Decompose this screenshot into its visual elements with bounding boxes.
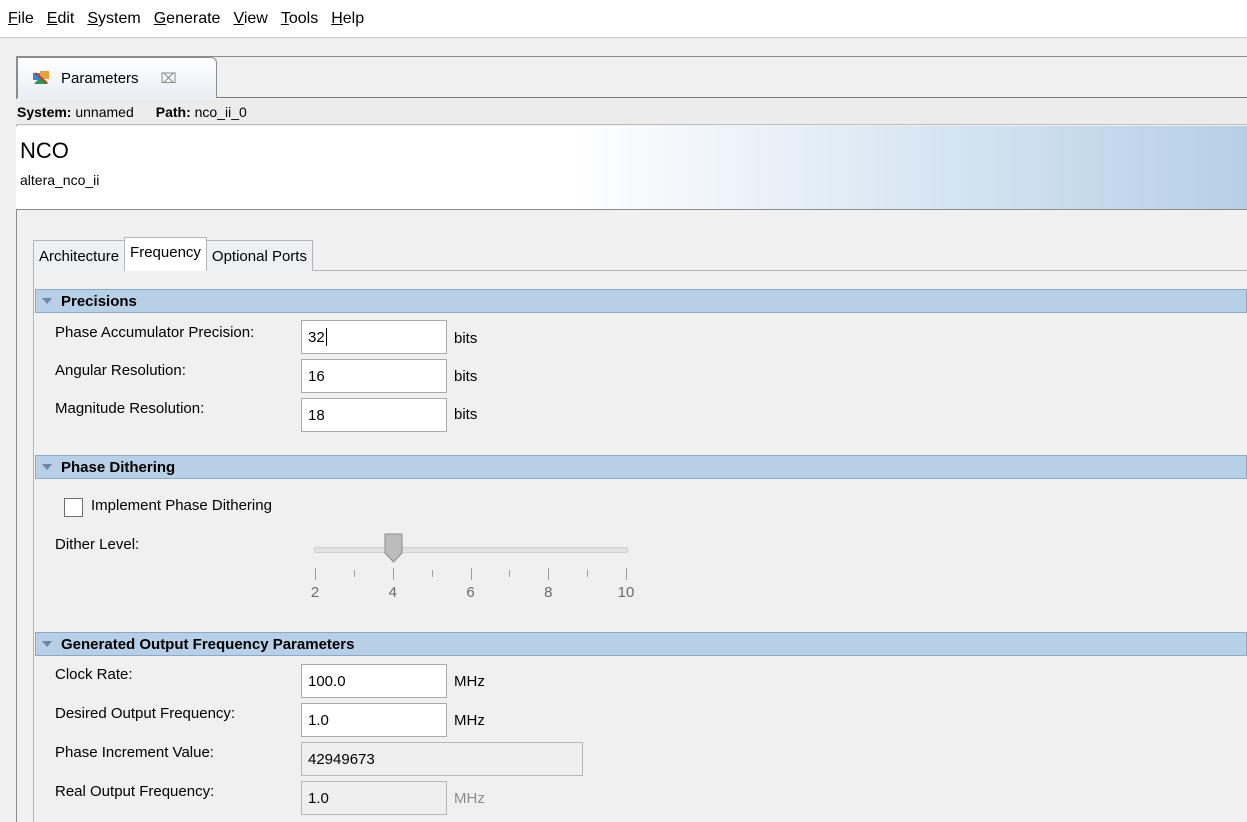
path-label: Path:	[155, 103, 191, 120]
phase-increment-label: Phase Increment Value:	[55, 744, 214, 761]
collapse-triangle-icon	[42, 298, 52, 304]
menu-file[interactable]: File	[6, 8, 36, 30]
precisions-title: Precisions	[61, 292, 137, 310]
phase-dithering-section-header[interactable]: Phase Dithering	[35, 455, 1247, 479]
text-caret	[325, 328, 327, 346]
tab-architecture[interactable]: Architecture	[33, 240, 126, 271]
phase-accumulator-label: Phase Accumulator Precision:	[55, 324, 255, 341]
menu-tools[interactable]: Tools	[279, 8, 320, 30]
component-subtitle: altera_nco_ii	[20, 172, 100, 188]
clock-rate-input[interactable]: 100.0	[301, 664, 447, 698]
desired-output-frequency-label: Desired Output Frequency:	[55, 705, 236, 722]
phase-dithering-title: Phase Dithering	[61, 458, 176, 476]
parameter-tabs: Architecture Frequency Optional Ports	[33, 237, 313, 271]
slider-tick-label: 4	[388, 584, 397, 601]
desired-output-frequency-unit: MHz	[454, 712, 485, 729]
slider-tick-label: 2	[310, 584, 320, 601]
slider-tick	[626, 568, 627, 580]
slider-tick	[587, 570, 589, 577]
slider-tick-label: 6	[466, 584, 475, 601]
output-frequency-title: Generated Output Frequency Parameters	[61, 635, 355, 653]
implement-phase-dithering-checkbox[interactable]	[64, 498, 83, 517]
close-tab-icon[interactable]: ⌧	[161, 70, 177, 87]
path-value: nco_ii_0	[194, 103, 247, 120]
desired-output-frequency-input[interactable]: 1.0	[301, 703, 447, 737]
magnitude-resolution-input[interactable]: 18	[301, 398, 447, 432]
menu-system[interactable]: System	[85, 8, 142, 30]
magnitude-resolution-unit: bits	[454, 406, 478, 423]
slider-tick-label: 8	[544, 584, 553, 601]
menu-view[interactable]: View	[231, 8, 269, 30]
slider-tick	[431, 570, 433, 577]
slider-tick	[315, 568, 316, 580]
slider-tick	[548, 568, 550, 580]
slider-tick	[392, 568, 394, 580]
menu-help[interactable]: Help	[329, 8, 366, 30]
clock-rate-unit: MHz	[454, 673, 485, 690]
parameters-icon	[32, 70, 51, 87]
dither-level-slider-thumb[interactable]	[384, 533, 403, 563]
angular-resolution-label: Angular Resolution:	[55, 362, 186, 379]
menu-bar: File Edit System Generate View Tools Hel…	[0, 0, 1247, 38]
view-tab-strip: Parameters ⌧	[16, 56, 1247, 98]
phase-accumulator-input[interactable]: 32	[301, 320, 447, 354]
real-output-frequency-label: Real Output Frequency:	[55, 783, 215, 800]
collapse-triangle-icon	[42, 641, 52, 647]
tab-panel	[33, 270, 1247, 822]
slider-tick	[470, 568, 472, 580]
magnitude-resolution-label: Magnitude Resolution:	[55, 400, 205, 417]
precisions-section-header[interactable]: Precisions	[35, 289, 1247, 313]
view-tab-label: Parameters	[61, 69, 139, 87]
angular-resolution-unit: bits	[454, 368, 478, 385]
phase-increment-value: 42949673	[301, 742, 583, 776]
tab-frequency[interactable]: Frequency	[124, 237, 207, 271]
menu-generate[interactable]: Generate	[152, 8, 223, 30]
output-frequency-section-header[interactable]: Generated Output Frequency Parameters	[35, 632, 1247, 656]
angular-resolution-input[interactable]: 16	[301, 359, 447, 393]
system-label: System:	[17, 103, 72, 120]
menu-edit[interactable]: Edit	[45, 8, 77, 30]
real-output-frequency-value: 1.0	[301, 781, 447, 815]
slider-tick	[353, 570, 355, 577]
system-path-bar: System: unnamed Path: nco_ii_0	[16, 99, 1247, 125]
parameters-view-tab[interactable]: Parameters ⌧	[17, 57, 217, 98]
dither-level-slider-track[interactable]	[314, 547, 628, 553]
slider-tick-label: 10	[617, 584, 635, 601]
dither-level-label: Dither Level:	[55, 536, 140, 553]
system-value: unnamed	[75, 103, 134, 120]
component-header: NCO altera_nco_ii	[16, 126, 1247, 210]
implement-phase-dithering-label[interactable]: Implement Phase Dithering	[91, 497, 272, 514]
collapse-triangle-icon	[42, 464, 52, 470]
phase-accumulator-unit: bits	[454, 330, 478, 347]
component-title: NCO	[20, 138, 69, 163]
slider-tick	[509, 570, 511, 577]
clock-rate-label: Clock Rate:	[55, 666, 133, 683]
tab-optional-ports[interactable]: Optional Ports	[205, 240, 313, 271]
real-output-frequency-unit: MHz	[454, 790, 485, 807]
